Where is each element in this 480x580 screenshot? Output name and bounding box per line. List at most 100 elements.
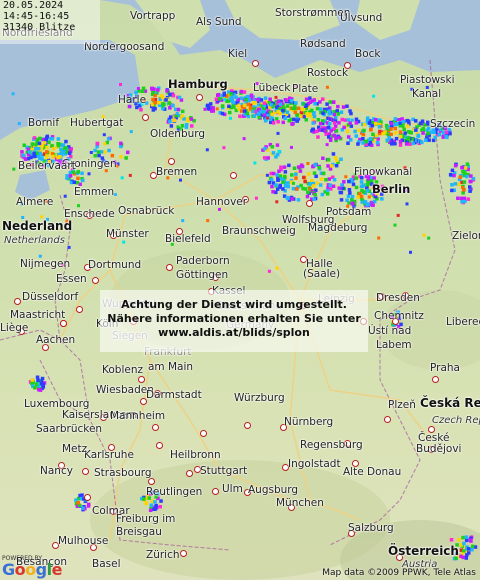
lightning-strike — [457, 538, 461, 542]
lightning-strike — [332, 100, 336, 104]
lightning-strike — [30, 378, 35, 383]
lightning-strike — [350, 202, 354, 206]
lightning-strike — [461, 549, 466, 553]
lightning-strike — [405, 124, 410, 128]
lightning-strike — [214, 97, 219, 101]
notice-line-1: Achtung der Dienst wird umgestellt. — [121, 298, 347, 311]
lightning-strike — [326, 157, 331, 162]
lightning-strike — [405, 202, 409, 206]
lightning-strike — [465, 553, 469, 557]
lightning-strike — [461, 191, 465, 195]
lightning-strike — [276, 110, 280, 114]
lightning-strike — [177, 95, 182, 100]
city-label-bielefeld: Bielefeld — [165, 233, 211, 245]
lightning-strike — [373, 122, 378, 126]
lightning-strike — [141, 86, 146, 91]
lightning-strike — [36, 378, 40, 382]
lightning-strike — [122, 240, 126, 244]
powered-by-google[interactable]: POWERED BY Google — [2, 555, 62, 578]
lightning-strike — [11, 92, 15, 96]
lightning-strike — [403, 131, 407, 135]
lightning-strike — [348, 121, 352, 125]
map-attribution: Map data ©2009 PPWK, Tele Atlas — [322, 568, 476, 578]
lightning-strike — [205, 148, 209, 152]
lightning-strike — [305, 194, 310, 199]
lightning-strike — [75, 181, 80, 185]
lightning-strike — [462, 199, 466, 204]
lightning-strike — [151, 97, 155, 102]
lightning-strike — [461, 186, 465, 189]
lightning-strike — [462, 541, 466, 546]
lightning-strike — [377, 125, 382, 129]
city-label-li-ge: Liège — [0, 322, 29, 334]
lightning-strike — [377, 236, 381, 240]
lightning-strike — [34, 382, 39, 386]
lightning-strike — [276, 120, 280, 124]
lightning-strike — [128, 173, 132, 177]
city-label-mannheim: Mannheim — [110, 410, 166, 422]
lightning-strike — [468, 185, 472, 189]
lightning-strike — [296, 198, 301, 202]
lightning-strike — [461, 170, 465, 174]
lightning-map[interactable]: Vortrapp Als Sund Storstrømmen Ulvsund Nordf… — [0, 0, 480, 580]
lightning-strike — [102, 133, 106, 137]
lightning-strike — [333, 127, 336, 131]
notice-link[interactable]: www.aldis.at/blids/splon — [100, 326, 368, 340]
lightning-strike — [456, 196, 460, 200]
info-panel: 20.05.2024 14:45-16:45 31340 Blitze — [0, 0, 100, 44]
lightning-strike — [81, 178, 85, 183]
lightning-strike — [348, 109, 352, 113]
lightning-strike — [303, 187, 307, 191]
lightning-strike — [95, 141, 99, 146]
lightning-strike — [290, 145, 293, 149]
lightning-strike — [45, 155, 49, 160]
city-label-st-nad: Ústí nad — [368, 325, 412, 337]
lightning-strike — [271, 190, 275, 194]
lightning-strike — [232, 100, 236, 105]
city-marker — [152, 424, 159, 431]
lightning-strike — [56, 156, 60, 160]
lightning-strike — [311, 121, 315, 125]
lightning-strike — [246, 94, 250, 99]
lightning-strike — [270, 145, 275, 149]
city-label-harle: Harle — [118, 94, 147, 106]
lightning-strike — [307, 172, 311, 176]
lightning-strike — [393, 142, 397, 146]
lightning-strike — [448, 172, 453, 177]
lightning-strike — [345, 198, 349, 202]
lightning-strike — [465, 174, 469, 179]
lightning-strike — [228, 110, 232, 115]
lightning-strike — [45, 145, 49, 150]
city-label-nederland: Nederland — [2, 219, 73, 233]
city-label-szczecin: Szczecin — [430, 118, 476, 130]
lightning-strike — [398, 139, 403, 144]
lightning-strike — [45, 150, 49, 154]
lightning-strike — [362, 123, 367, 127]
lightning-strike — [312, 197, 316, 201]
lightning-strike — [312, 171, 317, 175]
lightning-strike — [298, 114, 303, 118]
lightning-strike — [327, 177, 332, 181]
lightning-strike — [383, 130, 387, 135]
city-label-potsdam: Potsdam — [326, 206, 372, 218]
lightning-strike — [210, 109, 214, 113]
city-marker — [306, 200, 313, 207]
lightning-strike — [308, 182, 312, 186]
lightning-strike — [450, 183, 454, 187]
lightning-strike — [342, 180, 346, 184]
lightning-strike — [346, 118, 351, 122]
lightning-strike — [334, 136, 338, 141]
city-marker — [252, 60, 259, 67]
lightning-strike — [244, 97, 248, 102]
lightning-strike — [283, 98, 288, 102]
lightning-strike — [144, 501, 148, 506]
lightning-strike — [229, 92, 233, 96]
city-marker — [230, 172, 237, 179]
lightning-strike — [378, 129, 382, 134]
lightning-strike — [189, 117, 194, 121]
lightning-strike — [341, 105, 346, 109]
lightning-strike — [266, 116, 270, 120]
city-label-salzburg: Salzburg — [348, 522, 394, 534]
lightning-strike — [119, 141, 123, 146]
lightning-strike — [299, 183, 303, 188]
